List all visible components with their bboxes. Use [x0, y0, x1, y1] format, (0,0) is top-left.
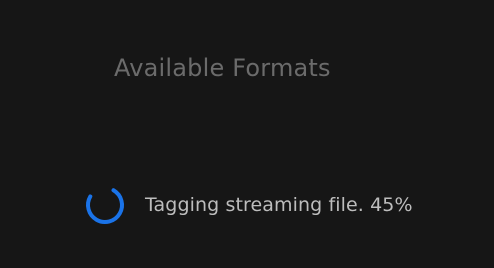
- status-row: Tagging streaming file. 45%: [84, 184, 413, 226]
- loading-spinner-icon: [86, 186, 124, 224]
- status-text: Tagging streaming file. 45%: [145, 194, 413, 216]
- panel-title: Available Formats: [114, 54, 331, 82]
- format-progress-panel: Available Formats Tagging streaming file…: [0, 0, 494, 268]
